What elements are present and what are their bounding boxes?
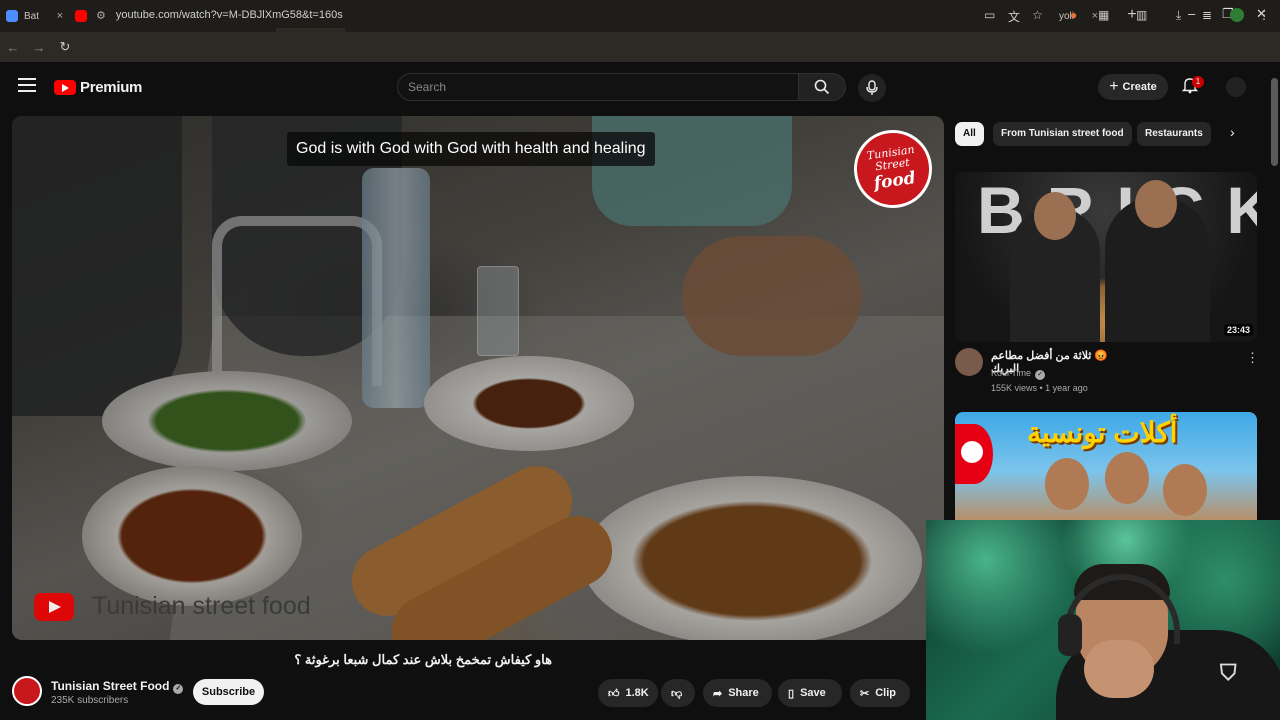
video-caption: God is with God with God with health and… [287,132,655,166]
media-control-icon[interactable]: ≣ [1202,8,1212,22]
browser-tab[interactable]: Bat × [0,2,69,30]
chip-restaurants[interactable]: Restaurants [1137,122,1211,146]
browser-menu-icon[interactable]: ⋮ [1258,8,1270,22]
video-duration: 23:43 [1224,324,1254,336]
watermark-text: Tunisian street food [92,592,311,620]
verified-icon: ✓ [173,684,184,694]
thumbs-up-icon: 👍︎ [608,687,620,700]
chip-all[interactable]: All [955,122,984,146]
save-label: Save [800,687,826,699]
recommended-thumbnail[interactable]: أكلات تونسية [955,412,1257,520]
search-button[interactable] [798,73,846,101]
bookmark-star-icon[interactable]: ☆ [1032,8,1043,22]
youtube-play-icon [34,592,74,621]
site-settings-icon[interactable]: ⚙ [96,9,106,22]
create-label: Create [1122,81,1157,93]
share-icon: ➦ [713,687,723,700]
like-count: 1.8K [625,687,649,699]
shirt-logo-icon: ⛉ [1220,660,1237,685]
extension-fox-icon[interactable]: ● [1070,8,1077,22]
save-bookmark-icon: ▯ [788,687,795,700]
recommended-channel-name-text[interactable]: Koul Time [991,368,1031,378]
headset-earcup [1058,614,1082,656]
streamer-hand [1084,640,1154,698]
tab-close-icon[interactable]: × [57,10,63,22]
tab-title: Bat [24,10,40,22]
channel-name[interactable]: Tunisian Street Food ✓ [51,679,184,694]
channel-watermark: Tunisian street food [34,592,311,621]
youtube-play-icon [54,80,76,95]
premium-label: Premium [80,79,143,96]
share-button[interactable]: ➦ Share [703,679,772,707]
chevron-right-icon[interactable]: › [1230,124,1235,140]
cast-icon[interactable]: ▭ [984,8,995,22]
channel-avatar[interactable] [12,676,42,706]
recommended-channel-avatar[interactable] [955,348,983,376]
tab-favicon-icon [6,10,18,22]
extensions-puzzle-icon[interactable]: ▦ [1098,8,1109,22]
search-input[interactable]: Search [397,73,799,101]
chip-from-channel[interactable]: From Tunisian street food [993,122,1132,146]
brand-line-3: food [872,168,917,194]
verified-icon: ✓ [1035,370,1046,380]
search-icon [814,79,830,95]
microphone-icon [866,80,878,95]
account-avatar[interactable] [1226,77,1246,97]
video-player[interactable]: God is with God with God with health and… [12,116,944,640]
youtube-header: Premium Search + Create 1 [0,66,1268,108]
clip-button[interactable]: ✂ Clip [850,679,910,707]
thumbnail-face [1135,180,1177,228]
more-actions-icon[interactable]: ⋮ [1246,350,1259,366]
thumbnail-title-text: أكلات تونسية [1027,417,1178,448]
streamer-webcam: ⛉ [926,520,1280,720]
recommended-channel-name[interactable]: Koul Time ✓ [991,368,1046,380]
browser-toolbar: ← → ↻ [0,32,1280,62]
create-button[interactable]: + Create [1098,74,1168,100]
forward-icon[interactable]: → [26,40,52,55]
plus-icon: + [1109,78,1119,95]
video-dim-overlay [12,116,944,640]
tab-favicon-icon [75,10,87,22]
scissors-icon: ✂ [860,687,870,700]
page-scrollbar-thumb[interactable] [1271,78,1278,166]
subscribe-button[interactable]: Subscribe [193,679,264,705]
save-button[interactable]: ▯ Save [778,679,842,707]
subscriber-count: 235K subscribers [51,695,129,706]
recommended-thumbnail[interactable]: BRICK [955,172,1257,342]
download-icon[interactable]: ⤓ [1176,8,1181,23]
video-title: هاو كيفاش تمخمخ بلاش عند كمال شبعا برغوث… [294,652,552,667]
thumbnail-face [1034,192,1076,240]
menu-icon[interactable] [18,78,36,96]
translate-icon[interactable]: 文 [1008,8,1020,25]
youtube-logo[interactable]: Premium [54,79,142,96]
voice-search-button[interactable] [858,74,886,102]
channel-name-text[interactable]: Tunisian Street Food [51,679,169,693]
clip-label: Clip [875,687,896,699]
thumbnail-face [1163,464,1207,516]
thumbnail-face [1105,452,1149,504]
address-bar[interactable]: ⚙ youtube.com/watch?v=M-DBJlXmG58&t=160s [88,2,1058,28]
like-button[interactable]: 👍︎ 1.8K [598,679,658,707]
back-icon[interactable]: ← [0,40,26,55]
url-text: youtube.com/watch?v=M-DBJlXmG58&t=160s [115,9,343,21]
split-view-icon[interactable]: ▥ [1136,8,1147,22]
minimize-icon[interactable]: – [1188,6,1195,21]
thumbnail-face [1045,458,1089,510]
dislike-button[interactable]: 👎︎ [661,679,695,707]
recommended-video-meta: 155K views • 1 year ago [991,383,1088,393]
reload-icon[interactable]: ↻ [52,39,78,55]
thumbs-down-icon: 👎︎ [671,687,683,700]
profile-avatar[interactable] [1230,8,1244,22]
share-label: Share [728,687,759,699]
notification-count-badge: 1 [1192,76,1204,88]
tunisia-flag-icon [955,424,993,484]
